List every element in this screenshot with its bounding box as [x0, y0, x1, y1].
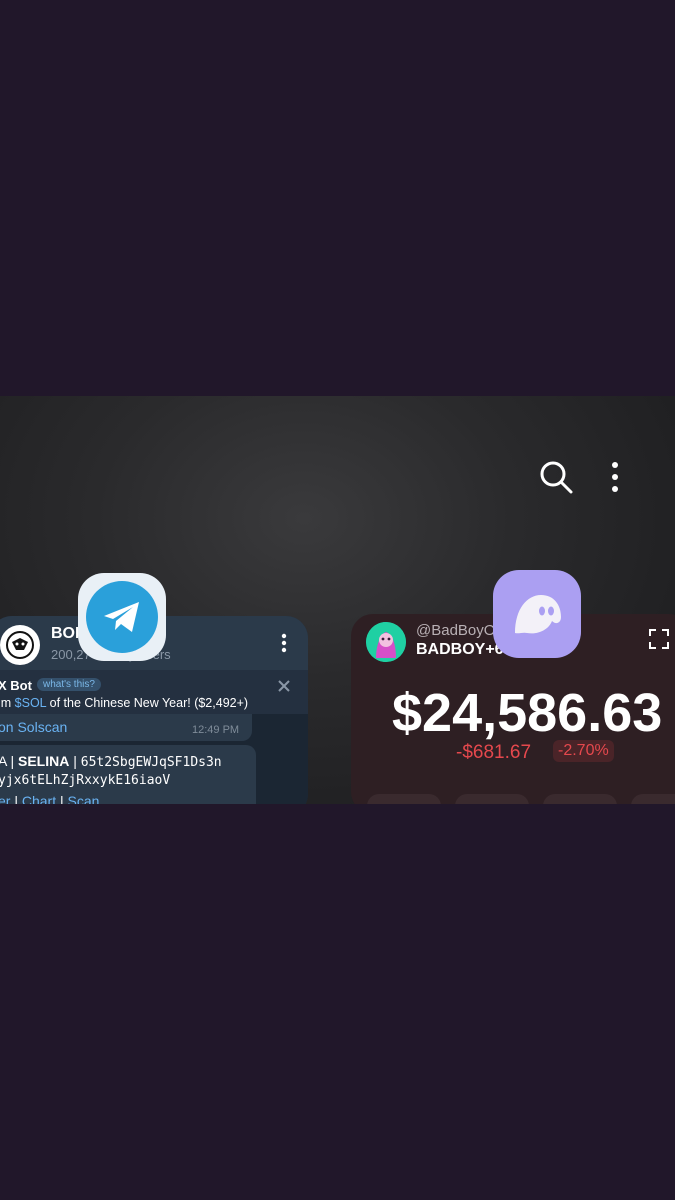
action-button[interactable]	[455, 794, 529, 804]
pinned-text: im $SOL of the Chinese New Year! ($2,492…	[0, 696, 249, 710]
chat-menu-icon[interactable]	[276, 630, 292, 656]
expand-icon[interactable]	[648, 628, 670, 650]
action-button[interactable]	[631, 794, 675, 804]
top-blank-area	[0, 0, 675, 396]
token-line: A | SELINA | 65t2SbgEWJqSF1Ds3n	[0, 753, 222, 770]
message-time: 12:49 PM	[192, 724, 240, 736]
balance-change: -$681.67	[456, 742, 532, 763]
wallet-balance: $24,586.63	[392, 683, 663, 743]
action-button[interactable]	[367, 794, 441, 804]
search-icon[interactable]	[533, 454, 579, 500]
pinned-sender: X Bot	[0, 678, 32, 693]
telegram-icon[interactable]	[78, 573, 166, 661]
token-links: er | Chart | Scan	[0, 793, 99, 804]
action-button[interactable]	[543, 794, 617, 804]
account-name[interactable]: BADBOY+6	[416, 641, 504, 659]
message-bubble[interactable]: A | SELINA | 65t2SbgEWJqSF1Ds3n yjx6tELh…	[0, 745, 256, 804]
bottom-blank-area	[0, 804, 675, 1200]
sponsored-badge[interactable]: what's this?	[37, 678, 101, 691]
scan-link[interactable]: Scan	[68, 793, 100, 804]
close-pinned-icon[interactable]	[276, 678, 292, 694]
chat-messages: on Solscan 12:49 PM A | SELINA | 65t2Sbg…	[0, 714, 308, 804]
phantom-ghost-icon[interactable]	[493, 570, 581, 658]
chart-link[interactable]: Chart	[22, 793, 56, 804]
solscan-link[interactable]: on Solscan	[0, 719, 67, 735]
more-vert-icon[interactable]	[600, 454, 630, 500]
recent-apps-screen: BON 200,27y users X Bot what's this? im …	[0, 396, 675, 804]
account-handle: @BadBoyO	[416, 622, 496, 639]
pinned-message[interactable]: X Bot what's this? im $SOL of the Chines…	[0, 670, 308, 714]
avatar[interactable]	[366, 622, 406, 662]
token-address: yjx6tELhZjRxxykE16iaoV	[0, 773, 171, 788]
balance-change-percent: -2.70%	[553, 740, 614, 762]
message-bubble[interactable]: on Solscan 12:49 PM	[0, 714, 252, 741]
chat-avatar[interactable]	[0, 625, 40, 665]
